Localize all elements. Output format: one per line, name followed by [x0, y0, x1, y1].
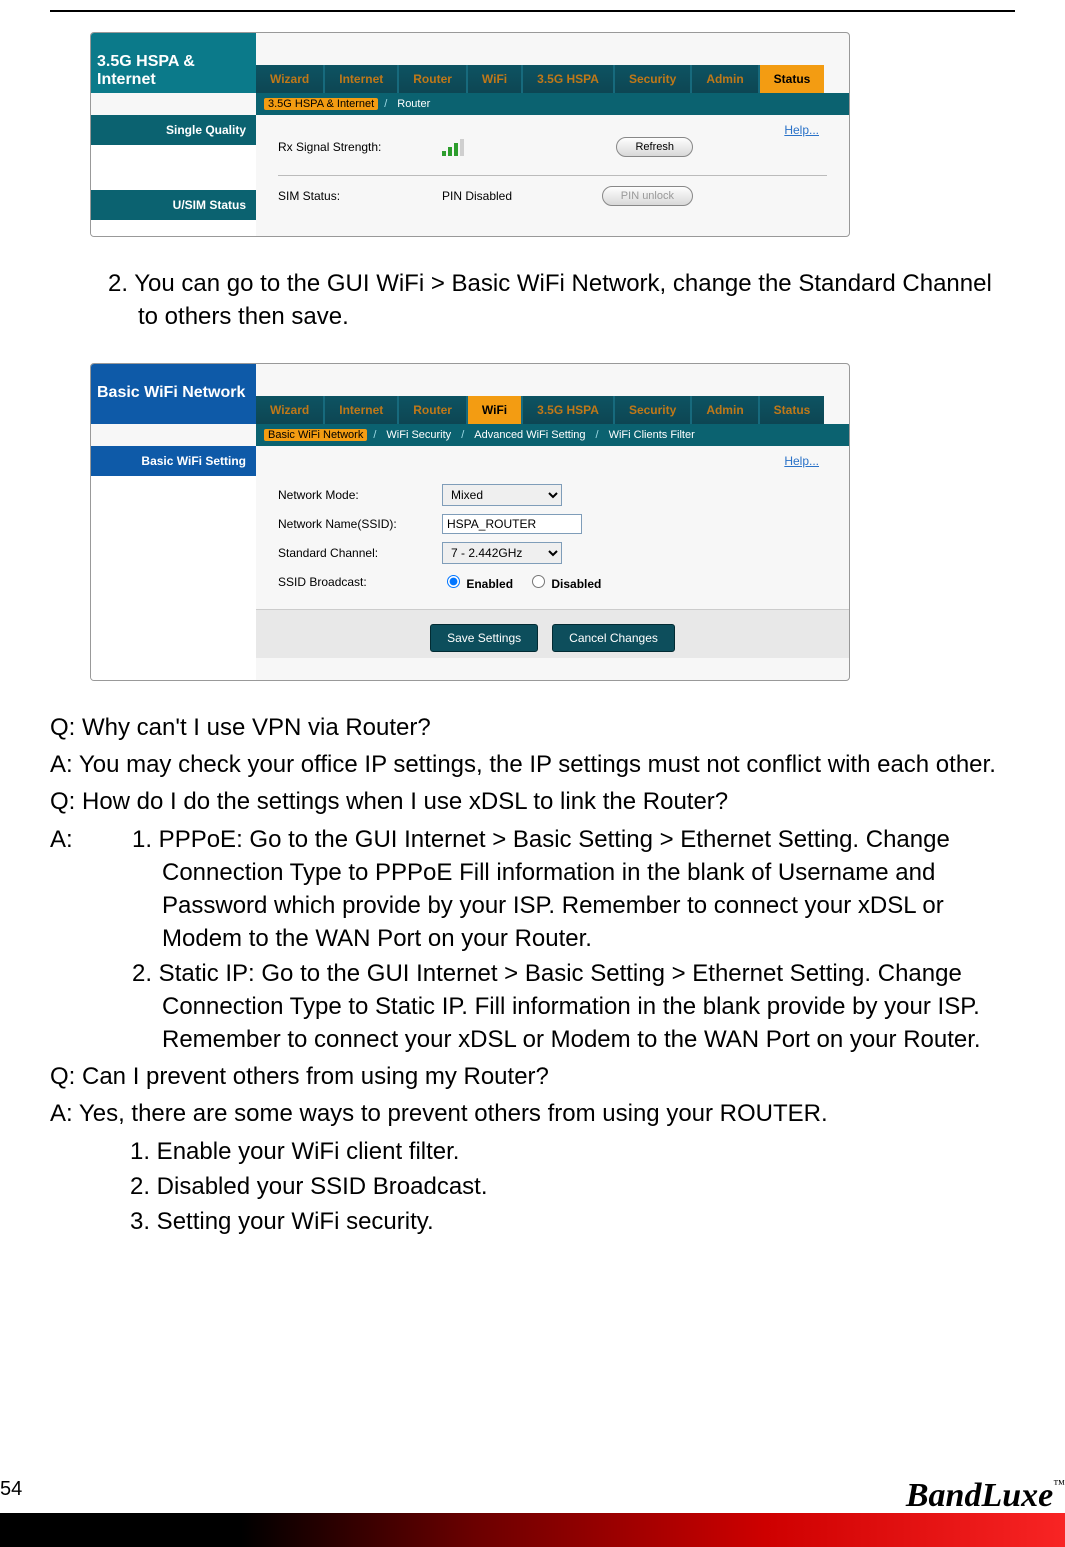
subtab-router[interactable]: Router: [393, 98, 434, 110]
tab-admin[interactable]: Admin: [692, 65, 759, 93]
channel-label: Standard Channel:: [278, 546, 428, 560]
channel-row: Standard Channel: 7 - 2.442GHz: [278, 542, 827, 564]
qa-section: Q: Why can't I use VPN via Router? A: Yo…: [50, 711, 1015, 1238]
tab-status[interactable]: Status: [760, 65, 825, 93]
disabled-radio[interactable]: [532, 575, 545, 588]
tab-35g-hspa[interactable]: 3.5G HSPA: [523, 65, 615, 93]
top-rule: [50, 10, 1015, 12]
footer-gradient-bar: [0, 1513, 1065, 1547]
q-prevent: Q: Can I prevent others from using my Ro…: [50, 1060, 1015, 1093]
tab-wizard[interactable]: Wizard: [256, 396, 325, 424]
network-mode-label: Network Mode:: [278, 488, 428, 502]
sim-status-value: PIN Disabled: [442, 189, 512, 203]
subtab-advanced-wifi[interactable]: Advanced WiFi Setting: [470, 429, 589, 441]
tab-internet[interactable]: Internet: [325, 396, 399, 424]
subtab-clients-filter[interactable]: WiFi Clients Filter: [605, 429, 699, 441]
a-prefix: A:: [50, 823, 106, 1057]
panel-header: 3.5G HSPA & Internet Wizard Internet Rou…: [91, 33, 849, 93]
a-xdsl-item2: 2. Static IP: Go to the GUI Internet > B…: [106, 957, 1015, 1056]
ssid-label: Network Name(SSID):: [278, 517, 428, 531]
broadcast-row: SSID Broadcast: Enabled Disabled: [278, 572, 827, 591]
subtab-wifi-security[interactable]: WiFi Security: [382, 429, 455, 441]
q-vpn: Q: Why can't I use VPN via Router?: [50, 711, 1015, 744]
tab-status[interactable]: Status: [760, 396, 825, 424]
brand-logo: BandLuxe™: [906, 1477, 1065, 1515]
panel-title: 3.5G HSPA & Internet: [91, 33, 256, 93]
tab-admin[interactable]: Admin: [692, 396, 759, 424]
page: 3.5G HSPA & Internet Wizard Internet Rou…: [0, 10, 1065, 1547]
signal-bars-icon: [442, 138, 470, 156]
tabs: Wizard Internet Router WiFi 3.5G HSPA Se…: [256, 380, 849, 424]
help-link[interactable]: Help...: [784, 123, 819, 137]
sim-status-label: SIM Status:: [278, 189, 428, 203]
tab-wizard[interactable]: Wizard: [256, 65, 325, 93]
tabs: Wizard Internet Router WiFi 3.5G HSPA Se…: [256, 49, 849, 93]
enabled-radio[interactable]: [447, 575, 460, 588]
sidebar: Basic WiFi Setting: [91, 446, 256, 680]
subtabs: Basic WiFi Network / WiFi Security / Adv…: [256, 424, 849, 446]
disabled-radio-label[interactable]: Disabled: [527, 572, 601, 591]
main-area: Help... Rx Signal Strength: Refresh SIM …: [256, 115, 849, 236]
a-xdsl: A: 1. PPPoE: Go to the GUI Internet > Ba…: [50, 823, 1015, 1057]
refresh-button[interactable]: Refresh: [616, 137, 693, 157]
sidebar-single-quality[interactable]: Single Quality: [91, 115, 256, 146]
panel-header: Basic WiFi Network Wizard Internet Route…: [91, 364, 849, 424]
tab-router[interactable]: Router: [399, 396, 468, 424]
tab-security[interactable]: Security: [615, 396, 692, 424]
a-prevent-2: 2. Disabled your SSID Broadcast.: [50, 1170, 1015, 1203]
enabled-radio-label[interactable]: Enabled: [442, 572, 513, 591]
tab-wifi[interactable]: WiFi: [468, 65, 523, 93]
channel-select[interactable]: 7 - 2.442GHz: [442, 542, 562, 564]
wifi-network-panel: Basic WiFi Network Wizard Internet Route…: [90, 363, 850, 681]
a-prevent-1: 1. Enable your WiFi client filter.: [50, 1135, 1015, 1168]
cancel-changes-button[interactable]: Cancel Changes: [552, 624, 675, 652]
sidebar: Single Quality U/SIM Status: [91, 115, 256, 236]
subtab-hspa-internet[interactable]: 3.5G HSPA & Internet: [264, 98, 378, 110]
ssid-row: Network Name(SSID):: [278, 514, 827, 534]
network-mode-select[interactable]: Mixed: [442, 484, 562, 506]
separator: /: [384, 98, 387, 110]
q-xdsl: Q: How do I do the settings when I use x…: [50, 785, 1015, 818]
page-number: 54: [0, 1478, 22, 1501]
a-xdsl-item1: 1. PPPoE: Go to the GUI Internet > Basic…: [106, 823, 1015, 955]
sim-status-row: SIM Status: PIN Disabled PIN unlock: [278, 186, 827, 206]
sidebar-usim-status[interactable]: U/SIM Status: [91, 190, 256, 221]
a-prevent: A: Yes, there are some ways to prevent o…: [50, 1097, 1015, 1130]
panel-body: Single Quality U/SIM Status Help... Rx S…: [91, 115, 849, 236]
rx-signal-row: Rx Signal Strength: Refresh: [278, 137, 827, 157]
broadcast-label: SSID Broadcast:: [278, 575, 428, 589]
rx-signal-label: Rx Signal Strength:: [278, 140, 428, 154]
hspa-internet-panel: 3.5G HSPA & Internet Wizard Internet Rou…: [90, 32, 850, 237]
panel-title: Basic WiFi Network: [91, 364, 256, 424]
instruction-step2: 2. You can go to the GUI WiFi > Basic Wi…: [50, 267, 1015, 333]
a-prevent-3: 3. Setting your WiFi security.: [50, 1205, 1015, 1238]
tab-security[interactable]: Security: [615, 65, 692, 93]
help-link[interactable]: Help...: [784, 454, 819, 468]
subtab-basic-wifi[interactable]: Basic WiFi Network: [264, 429, 367, 441]
a-vpn: A: You may check your office IP settings…: [50, 748, 1015, 781]
subtabs: 3.5G HSPA & Internet / Router: [256, 93, 849, 115]
save-settings-button[interactable]: Save Settings: [430, 624, 538, 652]
tab-router[interactable]: Router: [399, 65, 468, 93]
main-area: Help... Network Mode: Mixed Network Name…: [256, 446, 849, 680]
pin-unlock-button: PIN unlock: [602, 186, 693, 206]
tab-wifi[interactable]: WiFi: [468, 396, 523, 424]
network-mode-row: Network Mode: Mixed: [278, 484, 827, 506]
trademark-symbol: ™: [1053, 1477, 1065, 1491]
tab-internet[interactable]: Internet: [325, 65, 399, 93]
panel-body: Basic WiFi Setting Help... Network Mode:…: [91, 446, 849, 680]
button-row: Save Settings Cancel Changes: [256, 609, 849, 658]
divider: [278, 175, 827, 176]
sidebar-basic-wifi-setting[interactable]: Basic WiFi Setting: [91, 446, 256, 477]
tab-35g-hspa[interactable]: 3.5G HSPA: [523, 396, 615, 424]
ssid-input[interactable]: [442, 514, 582, 534]
